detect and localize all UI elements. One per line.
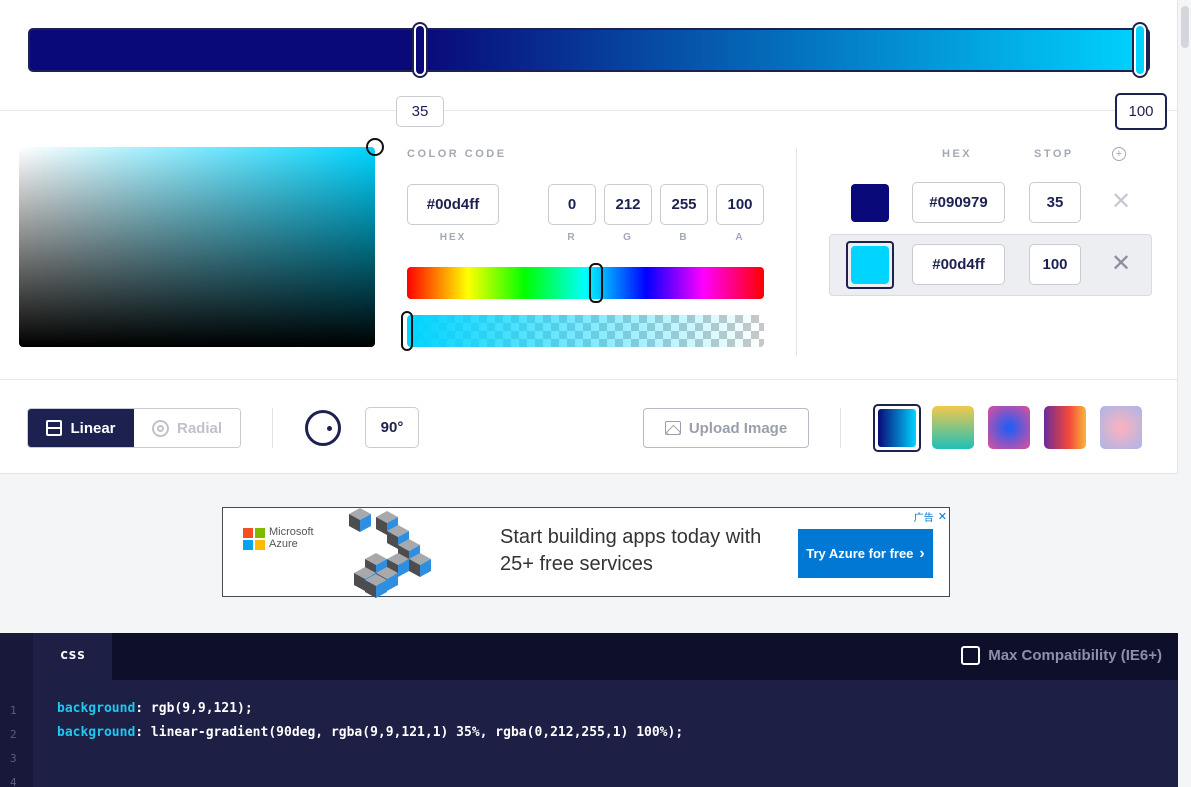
gradient-type-toggle: Linear Radial xyxy=(27,408,241,448)
g-label: G xyxy=(623,232,633,243)
code-line[interactable]: background: rgb(9,9,121); xyxy=(57,701,253,716)
alpha-input[interactable]: 100 xyxy=(716,184,764,225)
preset-gradient-3[interactable] xyxy=(988,406,1030,449)
stop-color-swatch-2[interactable] xyxy=(846,241,894,289)
stop-position-input-2[interactable]: 100 xyxy=(1029,244,1081,285)
hex-label: HEX xyxy=(439,232,467,243)
stop-color-swatch-1[interactable] xyxy=(851,184,889,222)
picker-cursor[interactable] xyxy=(366,138,384,156)
preset-gradient-1[interactable] xyxy=(873,404,921,452)
delete-stop-icon[interactable]: ✕ xyxy=(1111,190,1131,214)
red-input[interactable]: 0 xyxy=(548,184,596,225)
stop-column-header: STOP xyxy=(1034,148,1074,160)
stop-position-label-2[interactable]: 100 xyxy=(1115,93,1167,130)
hue-slider-handle[interactable] xyxy=(589,263,603,303)
green-input[interactable]: 212 xyxy=(604,184,652,225)
preset-gradient-5[interactable] xyxy=(1100,406,1142,449)
line-number: 1 xyxy=(10,704,17,717)
code-line[interactable]: background: linear-gradient(90deg, rgba(… xyxy=(57,725,683,740)
radial-icon xyxy=(151,419,169,437)
delete-stop-icon[interactable]: ✕ xyxy=(1111,252,1131,276)
ad-badge-label: 广告 xyxy=(913,513,934,524)
advertisement-banner[interactable]: Microsoft Azure Start building apps toda… xyxy=(222,507,950,598)
stop-hex-input-2[interactable]: #00d4ff xyxy=(912,244,1005,285)
line-number: 2 xyxy=(10,728,17,741)
angle-input[interactable]: 90° xyxy=(365,407,419,448)
color-code-label: COLOR CODE xyxy=(407,148,507,160)
compat-label: Max Compatibility (IE6+) xyxy=(988,647,1162,664)
ad-cta-label: Try Azure for free xyxy=(806,546,914,561)
upload-label: Upload Image xyxy=(688,419,788,437)
linear-label: Linear xyxy=(70,419,116,437)
divider xyxy=(840,408,841,448)
gradient-stop-handle-1[interactable] xyxy=(412,22,428,78)
alpha-slider-handle[interactable] xyxy=(401,311,413,351)
a-label: A xyxy=(735,232,745,243)
divider xyxy=(272,408,273,448)
max-compatibility-toggle[interactable]: Max Compatibility (IE6+) xyxy=(961,646,1162,665)
alpha-slider[interactable] xyxy=(407,315,764,347)
hex-column-header: HEX xyxy=(942,148,973,160)
cubes-illustration-icon xyxy=(349,508,431,598)
linear-icon xyxy=(46,420,63,436)
chevron-right-icon: › xyxy=(919,544,925,562)
hue-slider[interactable] xyxy=(407,267,764,299)
upload-image-button[interactable]: Upload Image xyxy=(643,408,809,448)
preset-gradient-4[interactable] xyxy=(1044,406,1086,449)
stop-position-label-1[interactable]: 35 xyxy=(396,96,444,127)
stop-position-input-1[interactable]: 35 xyxy=(1029,182,1081,223)
divider xyxy=(0,379,1178,380)
ad-cta-button[interactable]: Try Azure for free › xyxy=(798,529,933,578)
preset-gradient-2[interactable] xyxy=(932,406,974,449)
code-output-panel: css Max Compatibility (IE6+) 1 2 3 4 bac… xyxy=(0,633,1178,787)
ad-badge[interactable]: 广告 ✕ xyxy=(914,509,947,524)
hex-input[interactable]: #00d4ff xyxy=(407,184,499,225)
image-icon xyxy=(664,421,681,435)
gradient-stop-handle-2[interactable] xyxy=(1132,22,1148,78)
tab-css[interactable]: css xyxy=(33,633,112,680)
saturation-value-picker[interactable] xyxy=(19,147,375,347)
r-label: R xyxy=(567,232,577,243)
linear-option[interactable]: Linear xyxy=(28,409,134,447)
angle-dial-icon[interactable] xyxy=(305,410,341,446)
blue-input[interactable]: 255 xyxy=(660,184,708,225)
ad-brand: Microsoft Azure xyxy=(269,526,314,550)
radial-label: Radial xyxy=(176,419,222,437)
gradient-editor-panel: 35 100 COLOR CODE #00d4ff 0 212 255 100 … xyxy=(0,0,1178,474)
radial-option[interactable]: Radial xyxy=(134,409,240,447)
gradient-preview-bar[interactable] xyxy=(28,28,1150,72)
line-number: 3 xyxy=(10,752,17,765)
page-scrollbar[interactable] xyxy=(1178,0,1191,787)
ad-headline: Start building apps today with 25+ free … xyxy=(500,526,762,575)
line-number: 4 xyxy=(10,776,17,787)
close-icon[interactable]: ✕ xyxy=(938,510,947,523)
divider xyxy=(796,148,797,356)
compat-checkbox[interactable] xyxy=(961,646,981,665)
divider xyxy=(0,110,1178,111)
stop-hex-input-1[interactable]: #090979 xyxy=(912,182,1005,223)
microsoft-logo-icon xyxy=(243,528,265,550)
b-label: B xyxy=(679,232,689,243)
add-stop-icon[interactable]: + xyxy=(1112,147,1126,161)
